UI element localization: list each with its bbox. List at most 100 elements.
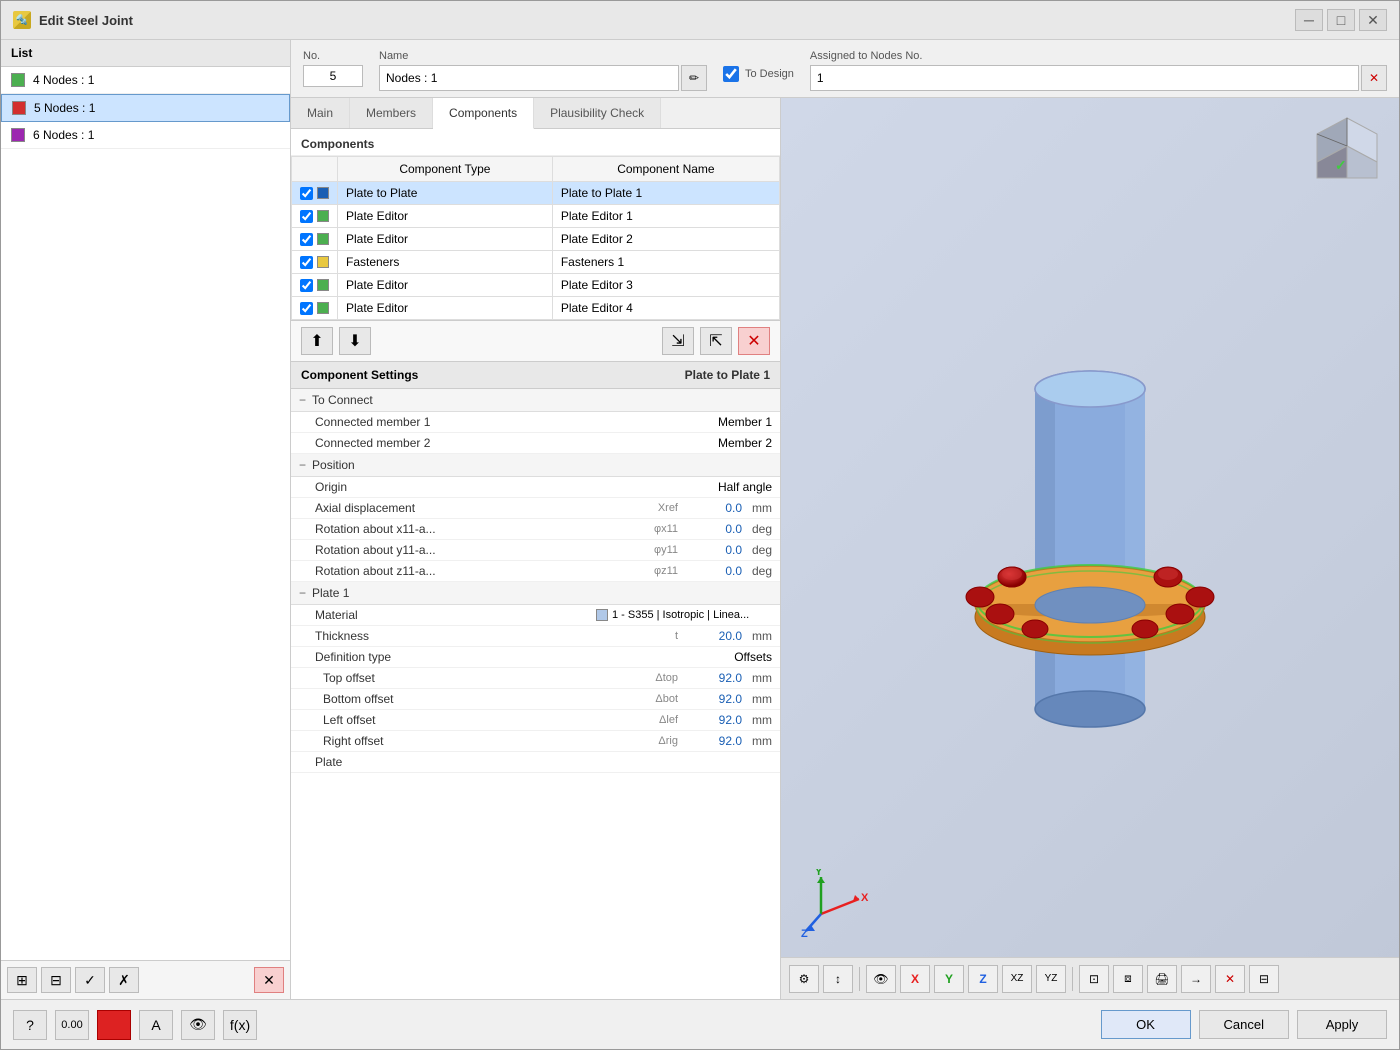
name-input[interactable] <box>379 65 679 91</box>
app-icon: 🔩 <box>13 11 31 29</box>
view-settings-button[interactable]: ⚙ <box>789 965 819 993</box>
comp-checkbox-0[interactable] <box>300 187 313 200</box>
comp-checkbox-4[interactable] <box>300 279 313 292</box>
origin-label: Origin <box>315 480 712 494</box>
connected-member-1-label: Connected member 1 <box>315 415 712 429</box>
top-offset-unit: mm <box>742 671 772 685</box>
view-icon-button[interactable]: 👁 <box>181 1010 215 1040</box>
x-axis-button[interactable]: X <box>900 965 930 993</box>
tab-components[interactable]: Components <box>433 98 534 129</box>
comp-check-4 <box>292 274 338 297</box>
arrow-button[interactable]: → <box>1181 965 1211 993</box>
z-axis-button[interactable]: Z <box>968 965 998 993</box>
svg-text:✓: ✓ <box>1335 157 1347 173</box>
move-down-button[interactable]: ⬇ <box>339 327 371 355</box>
add-button[interactable]: ⊞ <box>7 967 37 993</box>
list-item-3[interactable]: 6 Nodes : 1 <box>1 122 290 149</box>
list-color-2 <box>12 101 26 115</box>
y-axis-button[interactable]: Y <box>934 965 964 993</box>
comp-row-1[interactable]: Plate Editor Plate Editor 1 <box>292 205 780 228</box>
delete-list-button[interactable]: ✕ <box>254 967 284 993</box>
comp-row-4[interactable]: Plate Editor Plate Editor 3 <box>292 274 780 297</box>
check-all-button[interactable]: ✓ <box>75 967 105 993</box>
settings-header: Component Settings Plate to Plate 1 <box>291 362 780 389</box>
list-item-1[interactable]: 4 Nodes : 1 <box>1 67 290 94</box>
to-design-label: To Design <box>745 68 794 80</box>
comp-checkbox-3[interactable] <box>300 256 313 269</box>
close-button[interactable]: ✕ <box>1359 9 1387 31</box>
view-button[interactable]: 👁 <box>866 965 896 993</box>
tab-main[interactable]: Main <box>291 98 350 128</box>
comp-checkbox-5[interactable] <box>300 302 313 315</box>
left-offset-row: Left offset Δlef 92.0 mm <box>291 710 780 731</box>
view-sep-1 <box>859 967 860 991</box>
tab-plausibility[interactable]: Plausibility Check <box>534 98 661 128</box>
delete-comp-button[interactable]: ✕ <box>738 327 770 355</box>
name-edit-button[interactable]: ✏ <box>681 65 707 91</box>
layers-button[interactable]: ⊡ <box>1079 965 1109 993</box>
import-button[interactable]: ⇲ <box>662 327 694 355</box>
display-button[interactable]: ⧈ <box>1113 965 1143 993</box>
top-offset-label: Top offset <box>323 671 651 685</box>
options-button[interactable]: ⊟ <box>1249 965 1279 993</box>
to-connect-header[interactable]: − To Connect <box>291 389 780 412</box>
right-offset-unit: mm <box>742 734 772 748</box>
assigned-clear-button[interactable]: ✕ <box>1361 65 1387 91</box>
move-up-button[interactable]: ⬆ <box>301 327 333 355</box>
axial-label: Axial displacement <box>315 501 654 515</box>
position-header[interactable]: − Position <box>291 454 780 477</box>
plate1-title: Plate 1 <box>312 586 349 600</box>
left-offset-value: 92.0 <box>682 713 742 727</box>
list-items: 4 Nodes : 1 5 Nodes : 1 6 Nodes : 1 <box>1 67 290 960</box>
copy-button[interactable]: ⊟ <box>41 967 71 993</box>
col-header-name: Component Name <box>552 157 779 182</box>
xz-plane-button[interactable]: XZ <box>1002 965 1032 993</box>
minimize-button[interactable]: ─ <box>1295 9 1323 31</box>
list-color-1 <box>11 73 25 87</box>
ok-button[interactable]: OK <box>1101 1010 1191 1039</box>
uncheck-all-button[interactable]: ✗ <box>109 967 139 993</box>
print-button[interactable]: 🖨 <box>1147 965 1177 993</box>
col-header-type: Component Type <box>338 157 553 182</box>
help-button[interactable]: ? <box>13 1010 47 1040</box>
assigned-label: Assigned to Nodes No. <box>810 50 1387 62</box>
no-input[interactable] <box>303 65 363 87</box>
comp-row-3[interactable]: Fasteners Fasteners 1 <box>292 251 780 274</box>
connected-member-2-label: Connected member 2 <box>315 436 712 450</box>
rotation-x-unit: deg <box>742 522 772 536</box>
pan-button[interactable]: ↕ <box>823 965 853 993</box>
formula-button[interactable]: f(x) <box>223 1010 257 1040</box>
assigned-input[interactable] <box>810 65 1359 91</box>
origin-row: Origin Half angle <box>291 477 780 498</box>
value-button[interactable]: 0.00 <box>55 1010 89 1040</box>
comp-row-0[interactable]: Plate to Plate Plate to Plate 1 <box>292 182 780 205</box>
reset-view-button[interactable]: ✕ <box>1215 965 1245 993</box>
comp-name-5: Plate Editor 4 <box>552 297 779 320</box>
name-input-row: ✏ <box>379 65 707 91</box>
cube-widget[interactable]: ✓ <box>1307 110 1387 190</box>
viewer-3d[interactable]: ✓ X <box>781 98 1399 999</box>
plate1-header[interactable]: − Plate 1 <box>291 582 780 605</box>
text-button[interactable]: A <box>139 1010 173 1040</box>
apply-button[interactable]: Apply <box>1297 1010 1387 1039</box>
maximize-button[interactable]: □ <box>1327 9 1355 31</box>
to-connect-title: To Connect <box>312 393 373 407</box>
export-button[interactable]: ⇱ <box>700 327 732 355</box>
cancel-button[interactable]: Cancel <box>1199 1010 1289 1039</box>
comp-type-5: Plate Editor <box>338 297 553 320</box>
comp-checkbox-2[interactable] <box>300 233 313 246</box>
comp-checkbox-1[interactable] <box>300 210 313 223</box>
bottom-left: ? 0.00 A 👁 f(x) <box>13 1010 257 1040</box>
red-indicator-button[interactable] <box>97 1010 131 1040</box>
tab-members[interactable]: Members <box>350 98 433 128</box>
left-offset-unit: mm <box>742 713 772 727</box>
left-toolbar: ⊞ ⊟ ✓ ✗ ✕ <box>1 960 290 999</box>
comp-row-5[interactable]: Plate Editor Plate Editor 4 <box>292 297 780 320</box>
plate1-minus: − <box>299 586 306 600</box>
name-label: Name <box>379 50 707 62</box>
yz-plane-button[interactable]: YZ <box>1036 965 1066 993</box>
list-item-2[interactable]: 5 Nodes : 1 <box>1 94 290 122</box>
comp-row-2[interactable]: Plate Editor Plate Editor 2 <box>292 228 780 251</box>
rotation-y-value: 0.0 <box>682 543 742 557</box>
to-design-checkbox[interactable] <box>723 66 739 82</box>
